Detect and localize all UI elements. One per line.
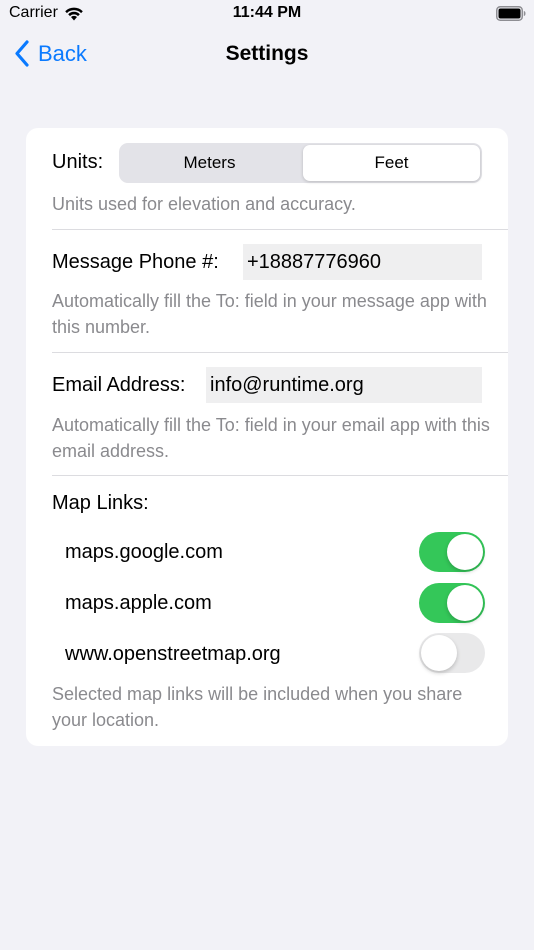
settings-card: Units: Meters Feet Units used for elevat…: [26, 128, 508, 746]
map-link-apple-label: maps.apple.com: [65, 592, 212, 614]
email-label: Email Address:: [52, 374, 186, 396]
phone-field[interactable]: +18887776960: [243, 244, 482, 280]
map-link-openstreetmap-label: www.openstreetmap.org: [65, 643, 281, 665]
map-links-helper-text: Selected map links will be included when…: [52, 684, 463, 730]
map-link-apple-toggle[interactable]: [419, 583, 485, 623]
map-link-google-toggle[interactable]: [419, 532, 485, 572]
divider: [52, 229, 508, 230]
units-helper-text: Units used for elevation and accuracy.: [52, 194, 356, 214]
phone-label: Message Phone #:: [52, 251, 219, 273]
units-option-meters[interactable]: Meters: [121, 145, 298, 181]
divider: [52, 352, 508, 353]
toggle-knob: [447, 585, 483, 621]
map-link-google-label: maps.google.com: [65, 541, 223, 563]
units-segmented-control: Meters Feet: [119, 143, 482, 183]
map-link-openstreetmap-toggle[interactable]: [419, 633, 485, 673]
toggle-knob: [447, 534, 483, 570]
page-title: Settings: [225, 42, 309, 65]
phone-helper-text: Automatically fill the To: field in your…: [52, 291, 487, 337]
divider: [52, 475, 508, 476]
status-time: 11:44 PM: [232, 4, 302, 21]
units-option-feet[interactable]: Feet: [303, 145, 480, 181]
toggle-knob: [421, 635, 457, 671]
status-bar: Carrier 11:44 PM: [0, 0, 534, 28]
units-label: Units:: [52, 151, 104, 173]
map-links-label: Map Links:: [52, 492, 149, 514]
battery-icon: [496, 6, 526, 21]
email-field[interactable]: info@runtime.org: [206, 367, 482, 403]
navigation-bar: Back Settings: [0, 30, 534, 78]
email-helper-text: Automatically fill the To: field in your…: [52, 415, 490, 461]
